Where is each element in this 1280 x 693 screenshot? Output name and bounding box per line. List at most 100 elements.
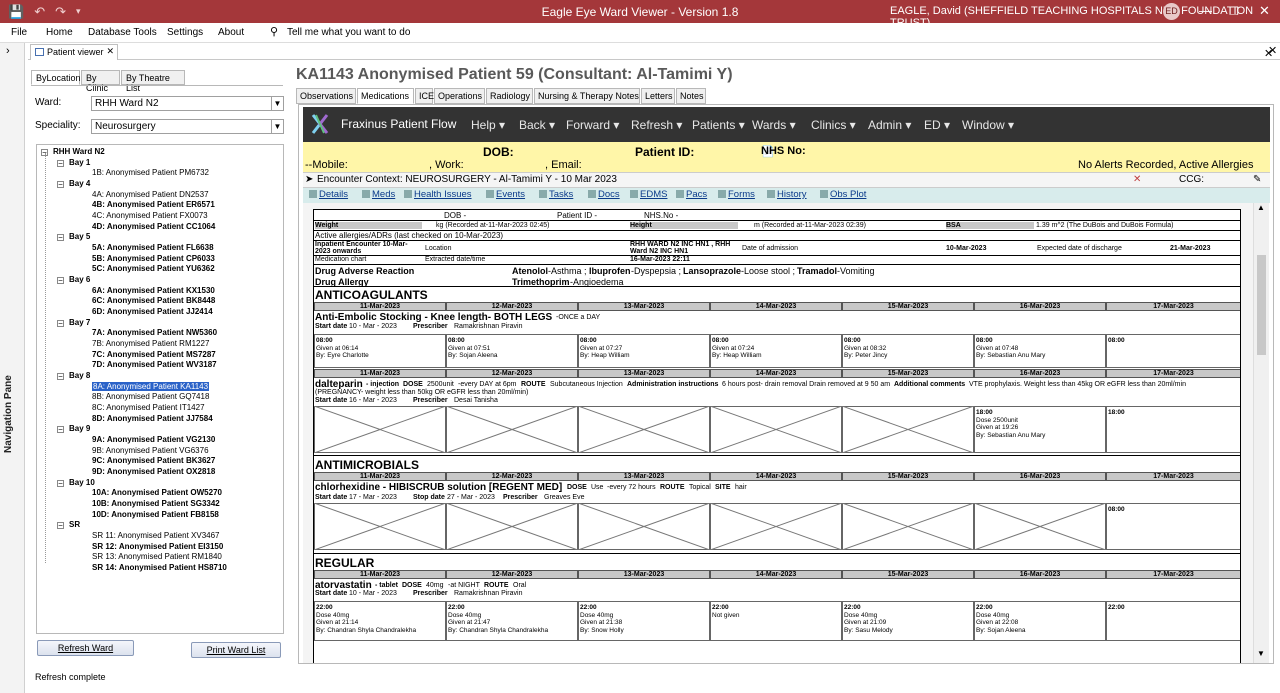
bay-tree-node[interactable]: Bay 9 [69,424,90,433]
eraser-icon[interactable]: ✕ [1133,174,1141,185]
edms-link[interactable]: EDMS [630,189,667,200]
tab-by-clinic[interactable]: By Clinic [81,70,120,93]
bay-tree-node[interactable]: Bay 10 [69,478,95,487]
collapse-icon[interactable]: − [57,319,64,327]
meds-link[interactable]: Meds [362,189,395,200]
patient-tree-item[interactable]: 7B: Anonymised Patient RM1227 [92,339,209,348]
scroll-up-icon[interactable]: ▲ [1257,203,1265,212]
tab-letters[interactable]: Letters [641,88,675,104]
events-link[interactable]: Events [486,189,525,200]
undo-icon[interactable]: ↶ [34,4,45,20]
patient-tree-item[interactable]: SR 13: Anonymised Patient RM1840 [92,552,222,561]
patient-tree-item[interactable]: 9A: Anonymised Patient VG2130 [92,435,215,444]
tab-by-theatre-list[interactable]: By Theatre List [121,70,185,93]
patient-tree-item[interactable]: 7A: Anonymised Patient NW5360 [92,328,217,337]
speciality-select[interactable]: Neurosurgery ▼ [91,119,284,134]
bay-tree-node[interactable]: Bay 4 [69,179,90,188]
pin-icon[interactable]: ✎ [1253,174,1261,185]
bay-tree-node[interactable]: Bay 7 [69,318,90,327]
tab-ice[interactable]: ICE [415,88,434,104]
fx-menu-ed[interactable]: ED ▾ [924,118,950,132]
minimize-icon[interactable]: — [1199,3,1212,18]
fx-menu-window[interactable]: Window ▾ [962,118,1014,132]
patient-tree-item[interactable]: 5A: Anonymised Patient FL6638 [92,243,214,252]
tab-notes[interactable]: Notes [676,88,706,104]
collapse-icon[interactable]: − [57,373,64,381]
patient-tree-item[interactable]: 8B: Anonymised Patient GQ7418 [92,392,209,401]
patient-tree-item[interactable]: 4C: Anonymised Patient FX0073 [92,211,208,220]
menu-home[interactable]: Home [46,27,73,38]
patient-tree-item[interactable]: 9B: Anonymised Patient VG6376 [92,446,209,455]
bay-tree-node[interactable]: Bay 5 [69,232,90,241]
close-icon[interactable]: ✕ [1259,3,1270,19]
tab-medications[interactable]: Medications [357,88,414,104]
tell-me-input[interactable]: Tell me what you want to do [287,27,410,38]
medication-chart-area[interactable]: DOB - Patient ID - NHS.No - Weight kg (Recor… [303,203,1253,663]
administration-cell[interactable] [1106,601,1240,641]
tab-observations[interactable]: Observations [296,88,356,104]
chevron-down-icon[interactable]: ▼ [271,120,283,133]
vertical-scrollbar[interactable]: ▲ ▼ [1253,203,1269,663]
collapse-icon[interactable]: − [57,426,64,434]
patient-tree-item[interactable]: 9D: Anonymised Patient OX2818 [92,467,215,476]
refresh-ward-button[interactable]: Refresh Ward [37,640,134,656]
customize-icon[interactable]: ▾ [76,6,81,20]
menu-about[interactable]: About [218,27,244,38]
obs-plot-link[interactable]: Obs Plot [820,189,866,200]
fx-menu-help[interactable]: Help ▾ [471,118,505,132]
fx-menu-wards[interactable]: Wards ▾ [752,118,796,132]
menu-database-tools[interactable]: Database Tools [88,27,157,38]
collapse-icon[interactable]: − [57,522,64,530]
fx-menu-patients[interactable]: Patients ▾ [692,118,745,132]
administration-cell[interactable] [710,601,842,641]
patient-tree-item[interactable]: 6D: Anonymised Patient JJ2414 [92,307,213,316]
patient-tree-item[interactable]: 4A: Anonymised Patient DN2537 [92,190,209,199]
ward-tree[interactable]: − RHH Ward N2− Bay 1 1B: Anonymised Patient… [36,144,284,634]
docs-link[interactable]: Docs [588,189,620,200]
tab-operations[interactable]: Operations [434,88,485,104]
panel-close-icon[interactable]: ✕ [1264,47,1273,60]
bay-tree-node[interactable]: Bay 6 [69,275,90,284]
fx-menu-back[interactable]: Back ▾ [519,118,555,132]
scroll-thumb[interactable] [1257,255,1266,355]
collapse-icon[interactable]: − [57,234,64,242]
tab-radiology[interactable]: Radiology [486,88,533,104]
patient-tree-item[interactable]: 5B: Anonymised Patient CP6033 [92,254,215,263]
fx-menu-clinics[interactable]: Clinics ▾ [811,118,856,132]
scroll-down-icon[interactable]: ▼ [1257,649,1265,658]
patient-tree-item[interactable]: SR 11: Anonymised Patient XV3467 [92,531,220,540]
fx-menu-forward[interactable]: Forward ▾ [566,118,619,132]
print-ward-list-button[interactable]: Print Ward List [191,642,281,658]
details-link[interactable]: Details [309,189,348,200]
close-tab-icon[interactable]: ✕ [106,46,114,57]
administration-cell[interactable] [1106,503,1240,550]
pacs-link[interactable]: Pacs [676,189,707,200]
fx-menu-admin[interactable]: Admin ▾ [868,118,911,132]
patient-tree-item[interactable]: 10A: Anonymised Patient OW5270 [92,488,222,497]
patient-tree-item[interactable]: 6C: Anonymised Patient BK8448 [92,296,215,305]
patient-tree-item[interactable]: 10B: Anonymised Patient SG3342 [92,499,220,508]
save-icon[interactable]: 💾 [8,4,24,20]
patient-tree-item[interactable]: 9C: Anonymised Patient BK3627 [92,456,215,465]
patient-tree-item[interactable]: 7C: Anonymised Patient MS7287 [92,350,216,359]
menu-settings[interactable]: Settings [167,27,203,38]
patient-tree-item[interactable]: 8A: Anonymised Patient KA1143 [92,381,210,391]
avatar[interactable]: ED [1163,3,1180,20]
collapse-icon[interactable]: − [57,159,64,167]
menu-file[interactable]: File [11,27,27,38]
ward-select[interactable]: RHH Ward N2 ▼ [91,96,284,111]
patient-tree-item[interactable]: 4B: Anonymised Patient ER6571 [92,200,215,209]
health-issues-link[interactable]: Health Issues [404,189,472,200]
patient-tree-item[interactable]: SR 14: Anonymised Patient HS8710 [92,563,227,572]
tab-patient-viewer[interactable]: Patient viewer ✕ [30,44,118,60]
bay-tree-node[interactable]: Bay 8 [69,371,90,380]
bay-tree-node[interactable]: SR [69,520,80,529]
forms-link[interactable]: Forms [718,189,755,200]
administration-cell[interactable] [1106,406,1240,453]
collapse-icon[interactable]: − [57,181,64,189]
patient-tree-item[interactable]: 10D: Anonymised Patient FB8158 [92,510,219,519]
patient-tree-item[interactable]: 4D: Anonymised Patient CC1064 [92,222,215,231]
ward-tree-node[interactable]: RHH Ward N2 [53,147,105,156]
expand-chevron-icon[interactable]: › [6,45,10,57]
redo-icon[interactable]: ↷ [55,4,66,20]
